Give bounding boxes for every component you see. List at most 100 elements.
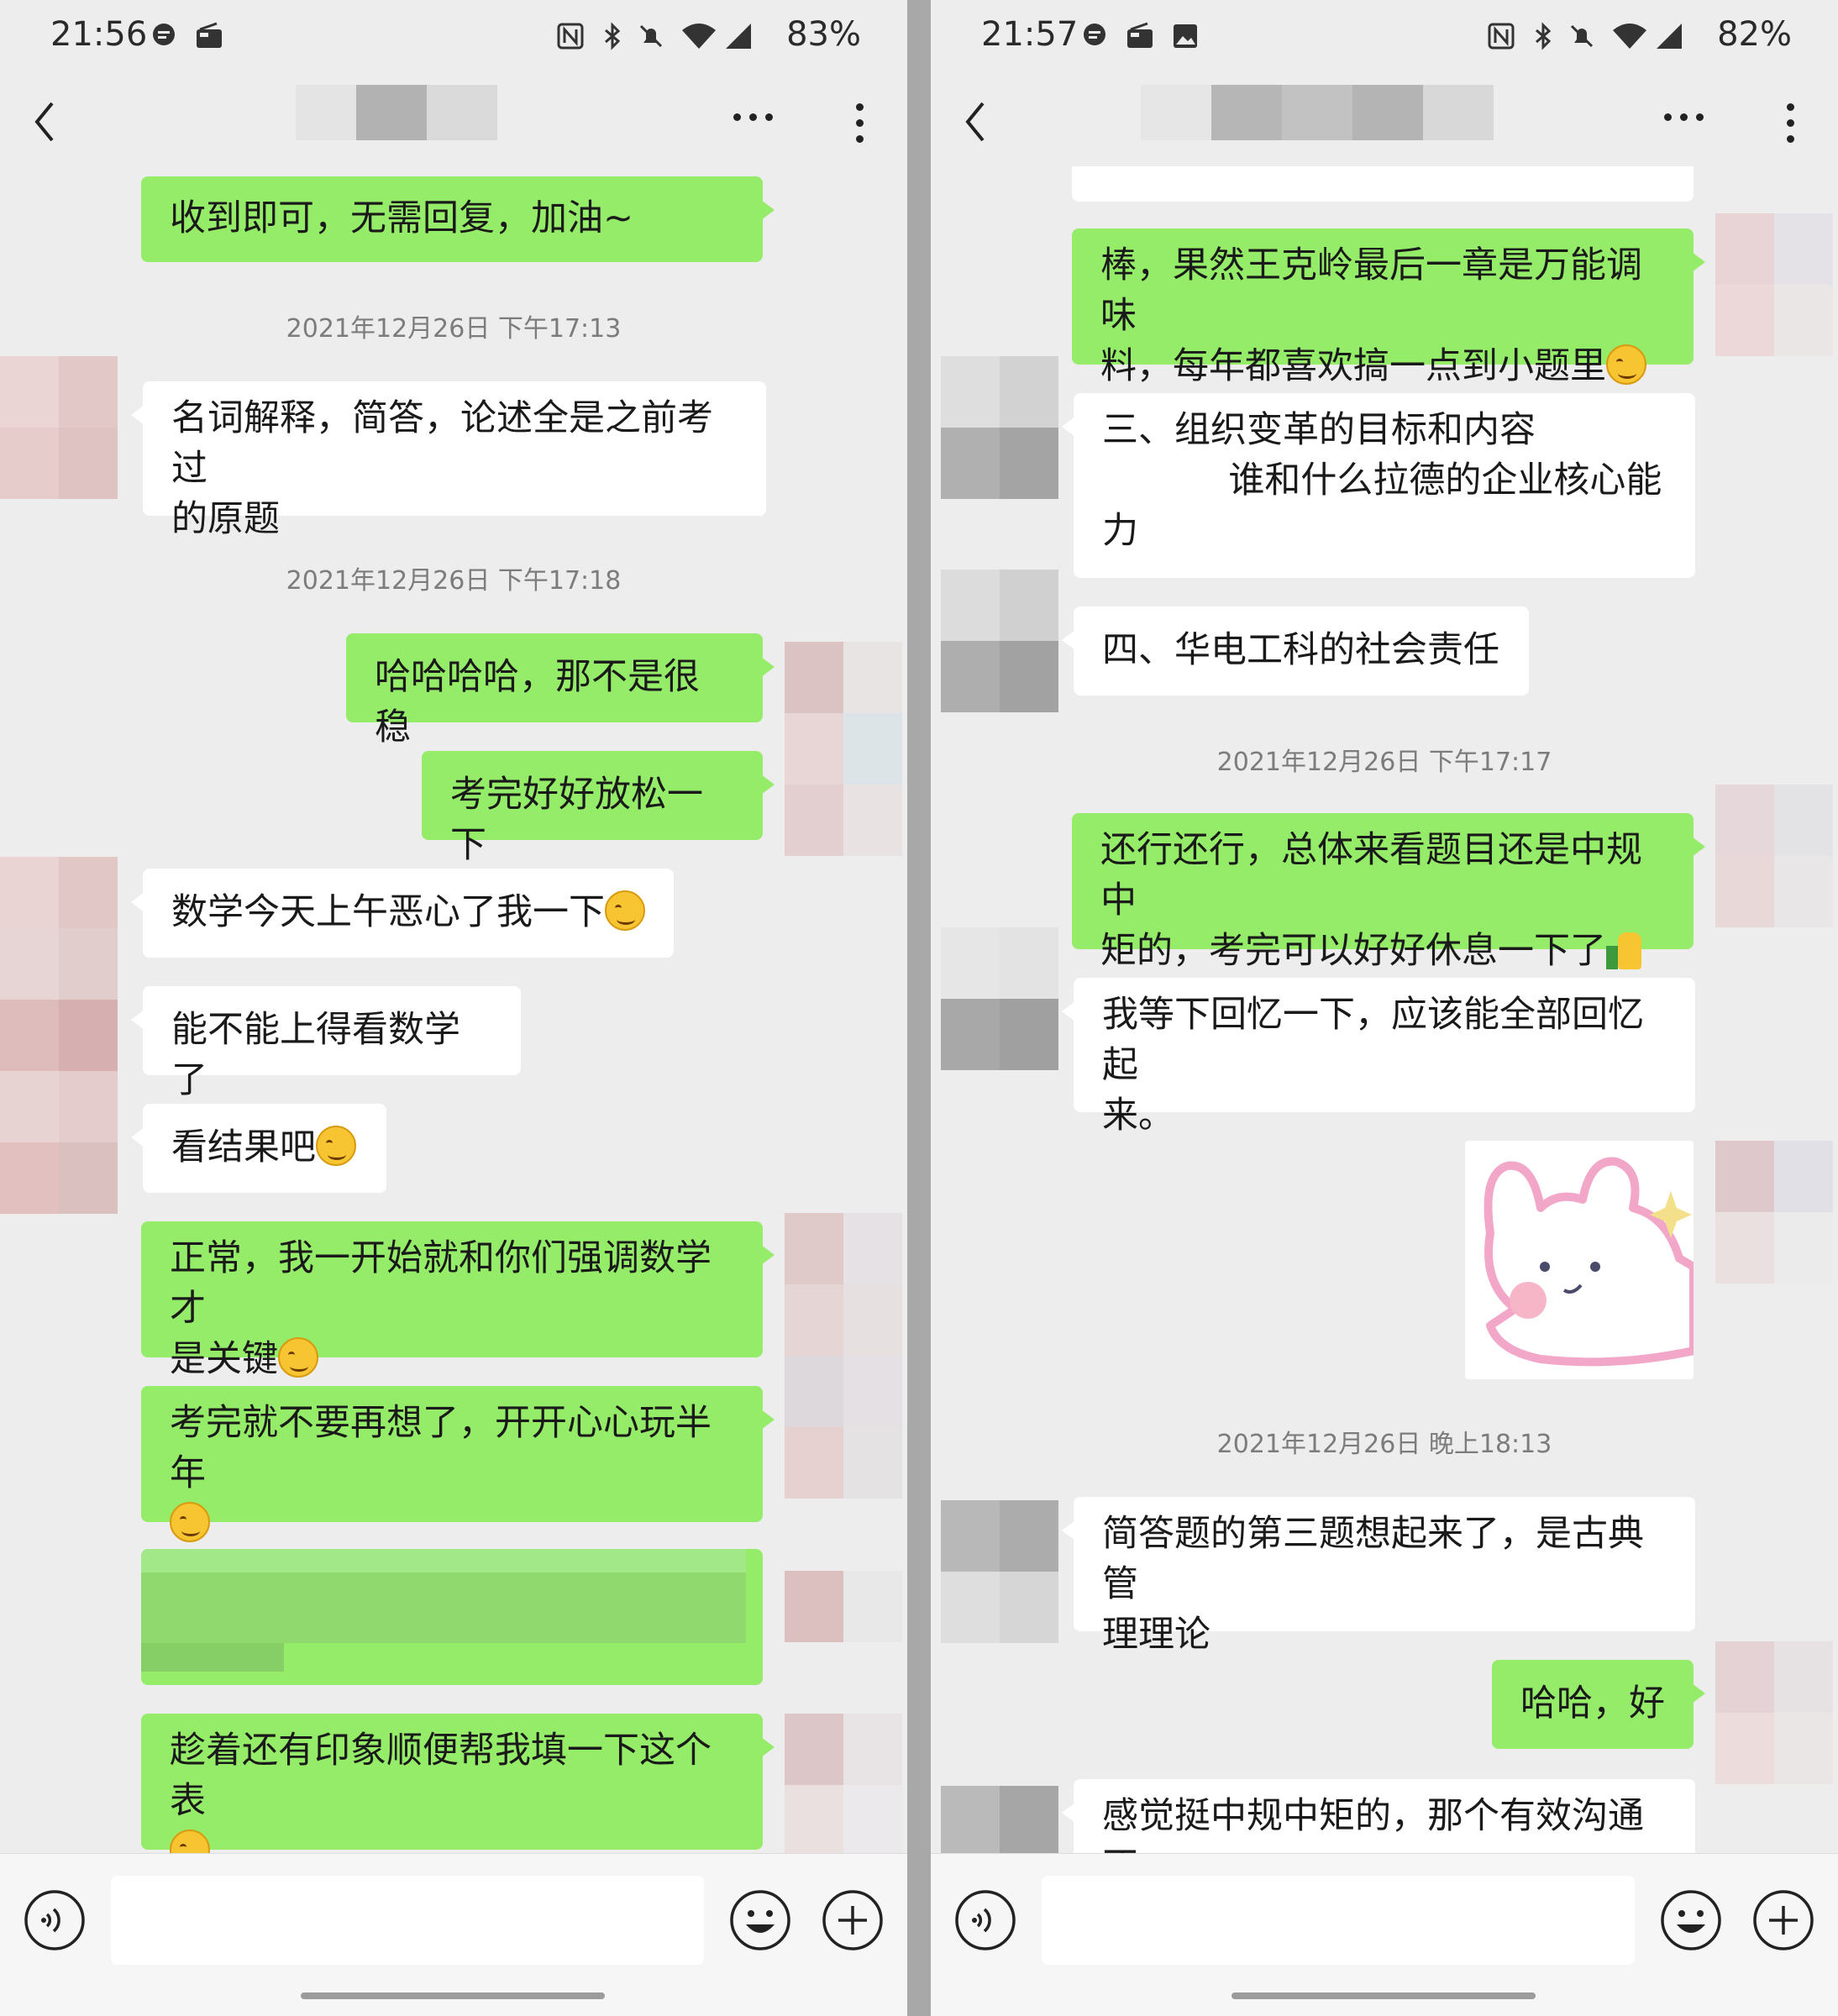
- wifi-icon: [1613, 24, 1646, 49]
- mute-icon: [1570, 24, 1594, 48]
- bluetooth-icon: [605, 22, 621, 50]
- message-bubble[interactable]: 数学今天上午恶心了我一下: [131, 869, 674, 958]
- message-bubble[interactable]: 棒，果然王克岭最后一章是万能调味 料，每年都喜欢搞一点到小题里: [1072, 228, 1705, 387]
- status-bar: 21:56 83%: [0, 0, 907, 80]
- emoji-icon[interactable]: [729, 1889, 791, 1951]
- message-bubble[interactable]: 简答题的第三题想起来了，是古典管 理理论: [1062, 1497, 1695, 1656]
- signal-icon: [1657, 24, 1682, 49]
- avatar[interactable]: [785, 642, 902, 785]
- message-bubble[interactable]: 还行还行，总体来看题目还是中规中 矩的，考完可以好好休息一下了: [1072, 813, 1705, 972]
- message-input[interactable]: [111, 1876, 704, 1965]
- contact-name-blurred: [296, 85, 497, 140]
- avatar[interactable]: [0, 857, 118, 1214]
- wifi-icon: [682, 24, 716, 49]
- avatar[interactable]: [785, 1213, 902, 1356]
- avatar[interactable]: [941, 927, 1058, 1070]
- signal-icon: [726, 24, 751, 49]
- message-bubble[interactable]: 我等下回忆一下，应该能全部回忆起 来。: [1062, 978, 1695, 1137]
- home-indicator[interactable]: [301, 1992, 605, 1999]
- avatar[interactable]: [1715, 1641, 1833, 1784]
- input-bar: [931, 1853, 1838, 2016]
- chat-screen-right: 21:57 82% 棒，果然王克岭最后一章是万能调味 料，每年都喜欢搞一点到小题…: [931, 0, 1838, 2016]
- voice-icon[interactable]: [954, 1889, 1016, 1951]
- nfc-icon: [1488, 23, 1515, 50]
- message-bubble[interactable]: 名词解释，简答，论述全是之前考过 的原题: [131, 381, 766, 540]
- avatar[interactable]: [941, 1786, 1058, 1853]
- message-bubble[interactable]: 能不能上得看数学了: [131, 986, 521, 1101]
- avatar[interactable]: [0, 356, 118, 499]
- bunny-sticker-image[interactable]: [1465, 1141, 1698, 1379]
- message-bubble[interactable]: 正常，我一开始就和你们强调数学才 是关键: [141, 1221, 775, 1380]
- status-bar: 21:57 82%: [931, 0, 1838, 80]
- status-time: 21:57: [981, 15, 1079, 54]
- avatar[interactable]: [785, 1714, 902, 1853]
- timestamp: 2021年12月26日 下午17:18: [286, 566, 622, 596]
- avatar[interactable]: [785, 1356, 902, 1499]
- back-icon[interactable]: [958, 97, 1000, 147]
- avatar[interactable]: [941, 1500, 1058, 1643]
- more-icon[interactable]: [733, 113, 773, 121]
- input-bar: [0, 1853, 907, 2016]
- message-bubble[interactable]: 哈哈哈哈，那不是很稳: [346, 633, 775, 748]
- timestamp: 2021年12月26日 晚上18:13: [1216, 1430, 1552, 1459]
- blurred-message[interactable]: [141, 1549, 763, 1685]
- emoji-icon[interactable]: [1660, 1889, 1722, 1951]
- avatar[interactable]: [941, 356, 1058, 499]
- voice-icon[interactable]: [24, 1889, 86, 1951]
- laughing-crying-emoji-icon: [316, 1126, 356, 1166]
- message-bubble[interactable]: 收到即可，无需回复，加油~: [141, 176, 775, 262]
- message-text: 正常，我一开始就和你们强调数学才 是关键: [170, 1237, 712, 1380]
- battery-level: 83%: [786, 15, 861, 54]
- contact-name-blurred: [1141, 85, 1494, 140]
- avatar[interactable]: [785, 785, 902, 856]
- thumbs-up-icon: [1606, 929, 1643, 969]
- message-bubble[interactable]: 感觉挺中规中矩的，那个有效沟通不: [1062, 1779, 1695, 1853]
- message-bubble[interactable]: 趁着还有印象顺便帮我填一下这个表: [141, 1714, 775, 1853]
- bunny-sticker-icon: [1484, 1157, 1698, 1367]
- avatar[interactable]: [785, 1571, 902, 1642]
- message-text: 还行还行，总体来看题目还是中规中 矩的，考完可以好好休息一下了: [1100, 829, 1642, 972]
- message-input[interactable]: [1042, 1876, 1635, 1965]
- smirk-emoji-icon: [278, 1337, 318, 1378]
- message-bubble[interactable]: 看结果吧: [131, 1104, 386, 1193]
- kebab-icon[interactable]: [856, 103, 864, 143]
- message-icon: [153, 24, 175, 45]
- battery-level: 82%: [1717, 15, 1792, 54]
- avatar[interactable]: [1715, 213, 1833, 356]
- message-bubble[interactable]: 三、组织变革的目标和内容 谁和什么拉德的企业核心能 力: [1062, 393, 1695, 578]
- image-icon: [1174, 24, 1197, 48]
- message-text: 趁着还有印象顺便帮我填一下这个表: [170, 1730, 712, 1822]
- message-bubble[interactable]: 哈哈，好: [1492, 1660, 1705, 1749]
- message-list: 棒，果然王克岭最后一章是万能调味 料，每年都喜欢搞一点到小题里 三、组织变革的目…: [931, 166, 1838, 1853]
- message-bubble[interactable]: 考完好好放松一下: [422, 751, 775, 866]
- chat-screen-left: 21:56 83% 收到即可，无需回复，加油~ 2021年12月26日 下午17…: [0, 0, 907, 2016]
- nfc-icon: [557, 23, 584, 50]
- message-bubble-partial[interactable]: [1072, 166, 1694, 202]
- grin-emoji-icon: [170, 1830, 210, 1853]
- more-icon[interactable]: [1664, 113, 1704, 121]
- kebab-icon[interactable]: [1787, 103, 1794, 143]
- message-text: 数学今天上午恶心了我一下: [171, 891, 605, 933]
- avatar[interactable]: [941, 570, 1058, 712]
- plus-icon[interactable]: [822, 1889, 884, 1951]
- back-icon[interactable]: [27, 97, 69, 147]
- smirk-emoji-icon: [1606, 344, 1646, 385]
- chat-header: [931, 80, 1838, 164]
- chat-header: [0, 80, 907, 164]
- message-text: 看结果吧: [171, 1126, 316, 1168]
- avatar[interactable]: [1715, 785, 1833, 927]
- message-icon: [1084, 24, 1105, 45]
- message-bubble[interactable]: 考完就不要再想了，开开心心玩半年: [141, 1386, 775, 1542]
- message-list: 收到即可，无需回复，加油~ 2021年12月26日 下午17:13 名词解释，简…: [0, 166, 907, 1853]
- radio-icon: [1127, 22, 1153, 48]
- avatar[interactable]: [1715, 1141, 1833, 1284]
- smirk-emoji-icon: [170, 1502, 210, 1542]
- message-text: 考完就不要再想了，开开心心玩半年: [170, 1402, 712, 1494]
- message-bubble[interactable]: 四、华电工科的社会责任: [1062, 606, 1529, 696]
- message-text: 棒，果然王克岭最后一章是万能调味 料，每年都喜欢搞一点到小题里: [1100, 244, 1642, 387]
- plus-icon[interactable]: [1752, 1889, 1814, 1951]
- bluetooth-icon: [1536, 22, 1552, 50]
- timestamp: 2021年12月26日 下午17:13: [286, 314, 622, 344]
- crying-emoji-icon: [605, 890, 645, 931]
- home-indicator[interactable]: [1231, 1992, 1536, 1999]
